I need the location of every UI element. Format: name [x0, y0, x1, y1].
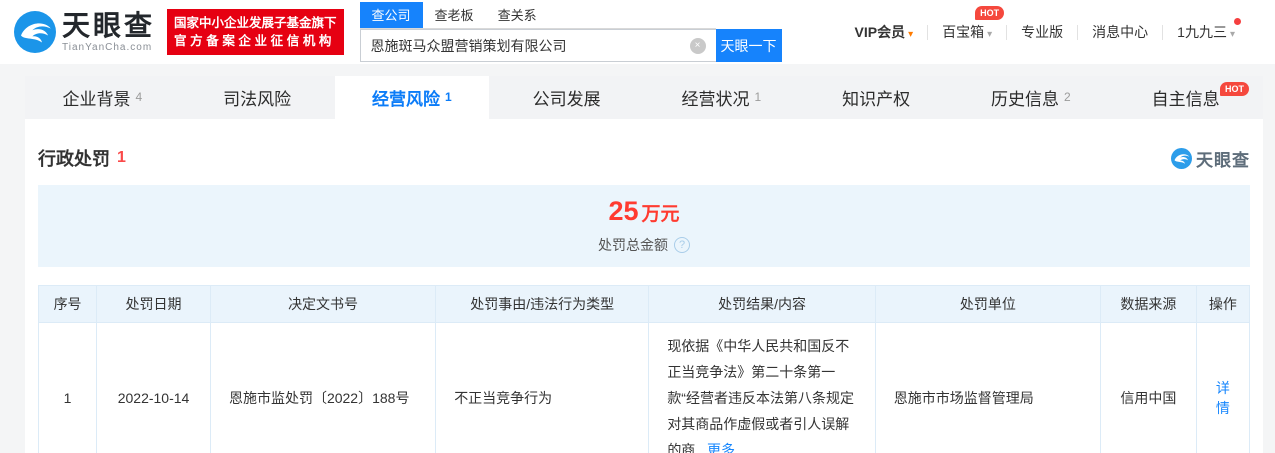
- search-input[interactable]: [359, 29, 716, 62]
- section-title: 行政处罚: [38, 149, 110, 169]
- top-bar: 天眼查 TianYanCha.com 国家中小企业发展子基金旗下 官方备案企业征…: [0, 0, 1275, 64]
- gov-certification-badge: 国家中小企业发展子基金旗下 官方备案企业征信机构: [167, 8, 344, 56]
- search-area: 查公司 查老板 查关系 × 天眼一下: [359, 2, 782, 62]
- table-row: 1 2022-10-14 恩施市监处罚〔2022〕188号 不正当竞争行为 现依…: [37, 322, 1251, 453]
- section-count: 1: [117, 149, 126, 166]
- col-action: 操作: [1195, 285, 1251, 323]
- penalty-table: 序号 处罚日期 决定文书号 处罚事由/违法行为类型 处罚结果/内容 处罚单位 数…: [37, 285, 1251, 453]
- penalty-summary-box: 25 万元 处罚总金额 ?: [38, 185, 1250, 267]
- tianyancha-logo[interactable]: 天眼查 TianYanCha.com: [14, 11, 155, 53]
- tianyancha-logo-icon: [1171, 147, 1192, 169]
- detail-link[interactable]: 详情: [1216, 380, 1230, 416]
- search-tab-company[interactable]: 查公司: [359, 2, 423, 28]
- logo-domain: TianYanCha.com: [62, 41, 153, 53]
- col-date: 处罚日期: [96, 285, 211, 323]
- col-index: 序号: [37, 285, 98, 323]
- tab-intellectual-property[interactable]: 知识产权: [799, 76, 954, 119]
- watermark-text: 天眼查: [1196, 150, 1250, 170]
- cell-result: 现依据《中华人民共和国反不正当竞争法》第二十条第一款“经营者违反本法第八条规定对…: [648, 322, 876, 453]
- tab-enterprise-background[interactable]: 企业背景 4: [25, 76, 180, 119]
- divider: [1162, 24, 1164, 40]
- tab-count: 1: [754, 89, 762, 104]
- col-source: 数据来源: [1100, 285, 1197, 323]
- cell-doc-no: 恩施市监处罚〔2022〕188号: [209, 322, 437, 453]
- search-tabs: 查公司 查老板 查关系: [359, 2, 716, 29]
- company-section-tabs: 企业背景 4 司法风险 经营风险 1 公司发展 经营状况 1 知识产权 历史信息 2 自…: [25, 76, 1263, 119]
- chevron-down-icon: ▾: [1229, 29, 1235, 40]
- col-authority: 处罚单位: [874, 285, 1102, 323]
- logo-name: 天眼查: [62, 9, 156, 41]
- ellipsis: ...: [695, 442, 707, 453]
- tab-company-development[interactable]: 公司发展: [489, 76, 644, 119]
- tianyancha-logo-icon: [14, 11, 56, 53]
- tab-judicial-risk[interactable]: 司法风险: [180, 76, 335, 119]
- cell-source: 信用中国: [1100, 322, 1197, 453]
- tab-count: 4: [135, 89, 143, 104]
- divider: [1006, 24, 1008, 40]
- message-center-link[interactable]: 消息中心: [1092, 22, 1148, 42]
- toolbox-link[interactable]: HOT 百宝箱 ▾: [942, 6, 1005, 42]
- gov-badge-line1: 国家中小企业发展子基金旗下: [174, 15, 337, 30]
- admin-penalty-card: 行政处罚 1 天眼查 25 万元 处罚总金额 ? 序号 处罚日期 决定文书号 处…: [25, 119, 1263, 453]
- col-reason: 处罚事由/违法行为类型: [435, 285, 650, 323]
- hot-badge: HOT: [1220, 82, 1249, 96]
- tab-count: 1: [445, 89, 452, 104]
- table-header-row: 序号 处罚日期 决定文书号 处罚事由/违法行为类型 处罚结果/内容 处罚单位 数…: [37, 285, 1251, 323]
- tab-self-published-info[interactable]: 自主信息 HOT: [1108, 76, 1263, 119]
- tab-count: 2: [1064, 89, 1071, 104]
- more-link[interactable]: 更多: [707, 442, 735, 453]
- help-icon[interactable]: ?: [674, 236, 690, 253]
- cell-action: 详情: [1195, 322, 1251, 453]
- chevron-down-icon: ▾: [987, 29, 993, 40]
- tianyancha-watermark: 天眼查: [1171, 146, 1250, 171]
- cell-date: 2022-10-14: [96, 322, 211, 453]
- col-result: 处罚结果/内容: [648, 285, 876, 323]
- tab-operating-risk[interactable]: 经营风险 1: [334, 76, 490, 119]
- vip-member-link[interactable]: VIP会员 ▾: [855, 22, 914, 42]
- penalty-total-amount: 25: [608, 195, 639, 226]
- penalty-total-label: 处罚总金额: [598, 236, 668, 253]
- pro-version-link[interactable]: 专业版: [1021, 22, 1063, 42]
- notification-dot: [1234, 18, 1241, 25]
- tab-operating-status[interactable]: 经营状况 1: [644, 76, 799, 119]
- result-text: 现依据《中华人民共和国反不正当竞争法》第二十条第一款“经营者违反本法第八条规定对…: [667, 338, 854, 453]
- col-doc-no: 决定文书号: [209, 285, 437, 323]
- search-tab-boss[interactable]: 查老板: [423, 2, 486, 28]
- user-nav: VIP会员 ▾ HOT 百宝箱 ▾ 专业版 消息中心 1九九三 ▾: [855, 6, 1249, 42]
- divider: [927, 24, 929, 40]
- hot-badge: HOT: [975, 6, 1005, 20]
- search-button[interactable]: 天眼一下: [715, 29, 782, 62]
- cell-index: 1: [37, 322, 98, 453]
- chevron-down-icon: ▾: [908, 29, 914, 40]
- search-tab-relation[interactable]: 查关系: [486, 2, 549, 28]
- user-account-menu[interactable]: 1九九三 ▾: [1177, 18, 1249, 42]
- tab-history-info[interactable]: 历史信息 2: [954, 76, 1109, 119]
- cell-authority: 恩施市市场监督管理局: [874, 322, 1102, 453]
- divider: [1077, 24, 1079, 40]
- clear-search-icon[interactable]: ×: [689, 38, 706, 54]
- cell-reason: 不正当竞争行为: [435, 322, 650, 453]
- gov-badge-line2: 官方备案企业征信机构: [174, 34, 336, 48]
- penalty-amount-unit: 万元: [641, 203, 680, 225]
